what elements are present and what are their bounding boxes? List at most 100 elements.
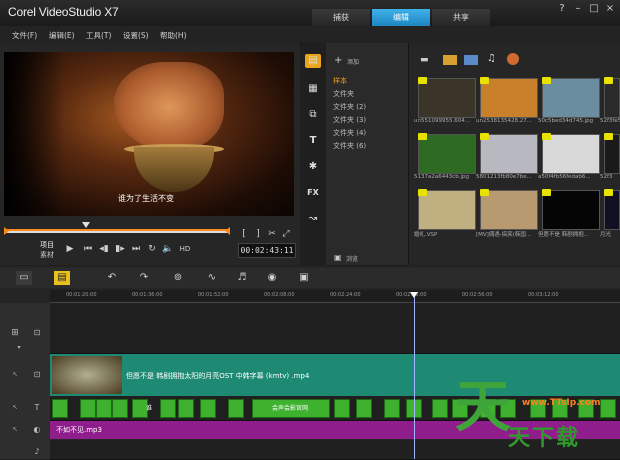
minimize-button[interactable]: – — [572, 3, 584, 15]
voice-track-link-icon[interactable]: ↖ — [8, 424, 22, 436]
folder-item[interactable]: 文件夹 (2) — [333, 102, 366, 112]
title-clip[interactable] — [384, 399, 400, 418]
auto-music-icon[interactable]: ♬ — [234, 271, 250, 285]
library-thumbnail[interactable] — [480, 78, 538, 118]
tab-share[interactable]: 共享 — [432, 9, 490, 26]
title-clip[interactable] — [112, 399, 128, 418]
library-thumbnail[interactable] — [418, 78, 476, 118]
library-thumbnail[interactable] — [418, 190, 476, 230]
title-clip[interactable] — [96, 399, 112, 418]
menu-help[interactable]: 帮助(H) — [160, 30, 187, 41]
library-thumbnail[interactable] — [480, 134, 538, 174]
end-icon[interactable]: ⏭ — [130, 243, 142, 255]
mode-project-label[interactable]: 项目 — [40, 240, 54, 250]
timeline-cursor-head[interactable] — [410, 292, 418, 298]
filter-photo-icon[interactable] — [464, 55, 478, 65]
title-clip[interactable] — [178, 399, 194, 418]
timecode-display[interactable]: 00:02:43:11 — [238, 243, 296, 258]
transition-icon[interactable]: ⧉ — [305, 108, 321, 122]
mark-out-icon[interactable]: ] — [252, 228, 264, 240]
title-clip[interactable] — [228, 399, 244, 418]
title-clip[interactable] — [52, 399, 68, 418]
menu-settings[interactable]: 设置(S) — [123, 30, 149, 41]
trim-end-marker[interactable] — [225, 227, 230, 235]
title-clip[interactable] — [356, 399, 372, 418]
storyboard-view-icon[interactable]: ▭ — [16, 271, 32, 285]
title-clip[interactable] — [334, 399, 350, 418]
add-folder-icon[interactable]: + — [334, 55, 342, 66]
title-icon[interactable]: T — [305, 134, 321, 148]
folder-icon[interactable]: ▬ — [420, 55, 429, 65]
tab-capture[interactable]: 捕获 — [312, 9, 370, 26]
hd-label[interactable]: HD — [178, 243, 192, 255]
title-track-link-icon[interactable]: ↖ — [8, 402, 22, 414]
split-scissors-icon[interactable]: ✂ — [266, 228, 278, 240]
overlay-track[interactable] — [50, 303, 620, 354]
title-clip[interactable] — [600, 399, 616, 418]
video-track-icon[interactable]: ⊡ — [30, 369, 44, 381]
close-button[interactable]: × — [604, 3, 616, 15]
mode-clip-label[interactable]: 素材 — [40, 250, 54, 260]
next-frame-icon[interactable]: ▮▸ — [114, 243, 126, 255]
filter-audio-icon[interactable]: ♫ — [487, 53, 496, 64]
folder-item[interactable]: 文件夹 (4) — [333, 128, 366, 138]
home-icon[interactable]: ⏮ — [82, 243, 94, 255]
previous-frame-icon[interactable]: ◂▮ — [98, 243, 110, 255]
library-thumbnail[interactable] — [418, 134, 476, 174]
media-library-icon[interactable]: ▤ — [305, 54, 321, 68]
redo-icon[interactable]: ↷ — [136, 271, 152, 285]
library-thumbnail[interactable] — [604, 190, 620, 230]
video-preview[interactable] — [4, 52, 294, 216]
folder-item[interactable]: 样本 — [333, 76, 347, 86]
record-capture-icon[interactable]: ⊚ — [170, 271, 186, 285]
video-track-link-icon[interactable]: ↖ — [8, 369, 22, 381]
scrub-playhead[interactable] — [82, 222, 90, 228]
mark-in-icon[interactable]: [ — [238, 228, 250, 240]
title-track-icon[interactable]: T — [30, 402, 44, 414]
menu-edit[interactable]: 编辑(E) — [49, 30, 75, 41]
help-button[interactable]: ? — [556, 3, 568, 15]
title-clip[interactable] — [432, 399, 448, 418]
trim-start-marker[interactable] — [4, 227, 9, 235]
title-clip[interactable] — [80, 399, 96, 418]
browse-label[interactable]: 浏览 — [346, 254, 358, 263]
timeline-view-icon[interactable]: ▤ — [54, 271, 70, 285]
folder-item[interactable]: 文件夹 (6) — [333, 141, 366, 151]
sound-mixer-icon[interactable]: ∿ — [204, 271, 220, 285]
library-thumbnail[interactable] — [480, 190, 538, 230]
library-thumbnail[interactable] — [542, 190, 600, 230]
menu-tools[interactable]: 工具(T) — [86, 30, 111, 41]
subtitle-editor-icon[interactable]: ▣ — [296, 271, 312, 285]
volume-icon[interactable]: 🔈 — [162, 243, 174, 255]
maximize-button[interactable]: □ — [588, 3, 600, 15]
scrub-bar-remaining[interactable] — [4, 231, 229, 233]
library-thumbnail[interactable] — [542, 134, 600, 174]
expand-tracks-icon[interactable]: ▾ — [12, 342, 26, 354]
timeline-cursor[interactable] — [414, 296, 415, 459]
repeat-icon[interactable]: ↻ — [146, 243, 158, 255]
instant-project-icon[interactable]: ▦ — [305, 82, 321, 96]
browse-icon[interactable]: ▣ — [334, 253, 342, 262]
overlay-track-icon[interactable]: ⊡ — [30, 327, 44, 339]
tab-edit[interactable]: 编辑 — [372, 9, 430, 26]
library-thumbnail[interactable] — [604, 78, 620, 118]
voice-track-icon[interactable]: ◐ — [30, 424, 44, 436]
enlarge-icon[interactable]: ⤢ — [280, 228, 292, 240]
online-icon[interactable] — [507, 53, 519, 65]
title-clip[interactable] — [200, 399, 216, 418]
filter-fx-icon[interactable]: FX — [305, 186, 321, 200]
motion-tracking-icon[interactable]: ◉ — [264, 271, 280, 285]
filter-video-icon[interactable] — [443, 55, 457, 65]
title-clip[interactable] — [160, 399, 176, 418]
music-track-icon[interactable]: ♪ — [30, 446, 44, 458]
menu-file[interactable]: 文件(F) — [12, 30, 37, 41]
play-icon[interactable]: ▶ — [64, 243, 76, 255]
folder-item[interactable]: 文件夹 — [333, 89, 354, 99]
add-track-icon[interactable]: ⊞ — [8, 327, 22, 339]
undo-icon[interactable]: ↶ — [104, 271, 120, 285]
graphic-icon[interactable]: ✱ — [305, 160, 321, 174]
folder-item[interactable]: 文件夹 (3) — [333, 115, 366, 125]
library-thumbnail[interactable] — [604, 134, 620, 174]
add-folder-label[interactable]: 添加 — [347, 57, 359, 66]
library-thumbnail[interactable] — [542, 78, 600, 118]
